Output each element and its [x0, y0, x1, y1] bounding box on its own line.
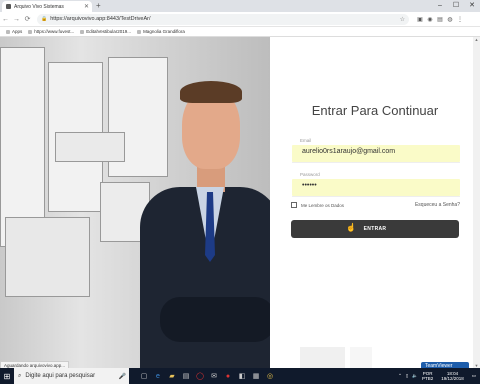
edge-icon[interactable]: e [151, 368, 165, 384]
field-divider [292, 162, 460, 163]
password-field[interactable]: •••••• [292, 179, 460, 196]
file-explorer-icon[interactable]: ▰ [165, 368, 179, 384]
reload-button[interactable]: ⟳ [22, 15, 33, 23]
login-button[interactable]: ENTRAR [291, 220, 459, 238]
page-icon [28, 29, 33, 34]
scroll-up-icon[interactable]: ▲ [473, 37, 480, 42]
bookmarks-bar: Apps https://www.fuvest... EditalVestibu… [0, 27, 480, 37]
extension-icon[interactable]: ▤ [435, 16, 445, 23]
remember-me[interactable]: Me Lembre os Dados [291, 202, 344, 208]
extension-icon[interactable]: ◍ [445, 16, 455, 23]
browser-toolbar: ← → ⟳ 🔒 https://arquivovivo.app:8443/Tes… [0, 12, 480, 27]
bookmark-item[interactable]: EditalVestibular2019... [80, 29, 131, 34]
volume-icon[interactable]: 🔈 [412, 373, 418, 379]
file-drawer [55, 132, 125, 162]
address-bar[interactable]: 🔒 https://arquivovivo.app:8443/TestDrive… [37, 13, 409, 25]
mail-icon[interactable]: ✉ [207, 368, 221, 384]
app-icon[interactable]: ▦ [249, 368, 263, 384]
email-field[interactable]: aurelio0rs1araujo@gmail.com [292, 145, 460, 162]
forward-button[interactable]: → [11, 16, 22, 23]
new-tab-button[interactable]: + [96, 1, 101, 11]
tab-bar: Arquivo Vivo Sistemas ✕ + – ☐ ✕ [0, 0, 480, 12]
bookmark-apps[interactable]: Apps [6, 29, 22, 34]
scrollbar[interactable] [473, 37, 480, 368]
forgot-password-link[interactable]: Esqueceu a Senha? [415, 202, 460, 208]
tab-title: Arquivo Vivo Sistemas [14, 3, 64, 10]
search-icon: ⌕ [18, 372, 22, 379]
taskbar-search[interactable]: ⌕ Digite aqui para pesquisar 🎤 [14, 368, 129, 384]
email-label: Email [300, 138, 312, 143]
url-text: https://arquivovivo.app:8443/TestDriveAr… [50, 16, 151, 22]
browser-window: Arquivo Vivo Sistemas ✕ + – ☐ ✕ ← → ⟳ 🔒 … [0, 0, 480, 370]
remember-checkbox[interactable] [291, 202, 297, 208]
tray-up-icon[interactable]: ⌃ [398, 373, 402, 379]
footer-block [350, 347, 372, 368]
clock[interactable]: 18:04 19/12/2018 [441, 371, 468, 382]
extensions: ▣ ◉ ▤ ◍ ⋮ [415, 16, 465, 23]
language-indicator[interactable]: POR PTB2 [422, 371, 437, 382]
app-icon[interactable]: ● [221, 368, 235, 384]
password-label: Password [300, 172, 320, 177]
task-view-icon[interactable]: ▢ [137, 368, 151, 384]
maximize-button[interactable]: ☐ [448, 0, 464, 12]
page-icon [137, 29, 142, 34]
page-content: Entrar Para Continuar Email aurelio0rs1a… [0, 37, 480, 370]
app-icon[interactable]: ◧ [235, 368, 249, 384]
window-controls: – ☐ ✕ [432, 0, 480, 12]
person-hair [180, 81, 242, 103]
login-panel: Entrar Para Continuar Email aurelio0rs1a… [270, 37, 480, 370]
remember-label: Me Lembre os Dados [301, 202, 345, 208]
bookmark-star-icon[interactable]: ☆ [400, 16, 405, 23]
extension-icon[interactable]: ▣ [415, 16, 425, 23]
extension-icon[interactable]: ◉ [425, 16, 435, 23]
browser-tab[interactable]: Arquivo Vivo Sistemas ✕ [2, 1, 92, 12]
bookmark-item[interactable]: Magnolia Grandiflora [137, 29, 185, 34]
login-title: Entrar Para Continuar [311, 103, 439, 118]
bookmark-item[interactable]: https://www.fuvest... [28, 29, 74, 34]
microphone-icon[interactable]: 🎤 [119, 373, 126, 380]
search-placeholder: Digite aqui para pesquisar [25, 373, 96, 379]
taskbar-apps: ▢ e ▰ ▤ ◯ ✉ ● ◧ ▦ ◎ [137, 368, 277, 384]
back-button[interactable]: ← [0, 16, 11, 23]
system-tray: ⌃ ▯ 🔈 POR PTB2 18:04 19/12/2018 ▭ [398, 371, 480, 382]
menu-icon[interactable]: ⋮ [455, 16, 465, 23]
chrome-icon[interactable]: ◎ [263, 368, 277, 384]
hero-image [0, 37, 270, 368]
minimize-button[interactable]: – [432, 0, 448, 12]
store-icon[interactable]: ▤ [179, 368, 193, 384]
person-arms [160, 297, 270, 342]
close-tab-icon[interactable]: ✕ [84, 3, 89, 10]
taskbar: ⊞ ⌕ Digite aqui para pesquisar 🎤 ▢ e ▰ ▤… [0, 368, 480, 384]
hand-cursor-icon: ☝ [346, 223, 356, 232]
page-icon [80, 29, 85, 34]
field-divider [292, 196, 460, 197]
footer-block [300, 347, 345, 368]
opera-icon[interactable]: ◯ [193, 368, 207, 384]
close-window-button[interactable]: ✕ [464, 0, 480, 12]
lock-icon: 🔒 [41, 16, 48, 22]
file-drawer [5, 217, 90, 297]
windows-start-icon[interactable]: ⊞ [0, 372, 14, 381]
favicon-icon [6, 4, 11, 9]
network-icon[interactable]: ▯ [406, 373, 408, 379]
notifications-icon[interactable]: ▭ [472, 373, 476, 379]
apps-icon [6, 29, 10, 34]
